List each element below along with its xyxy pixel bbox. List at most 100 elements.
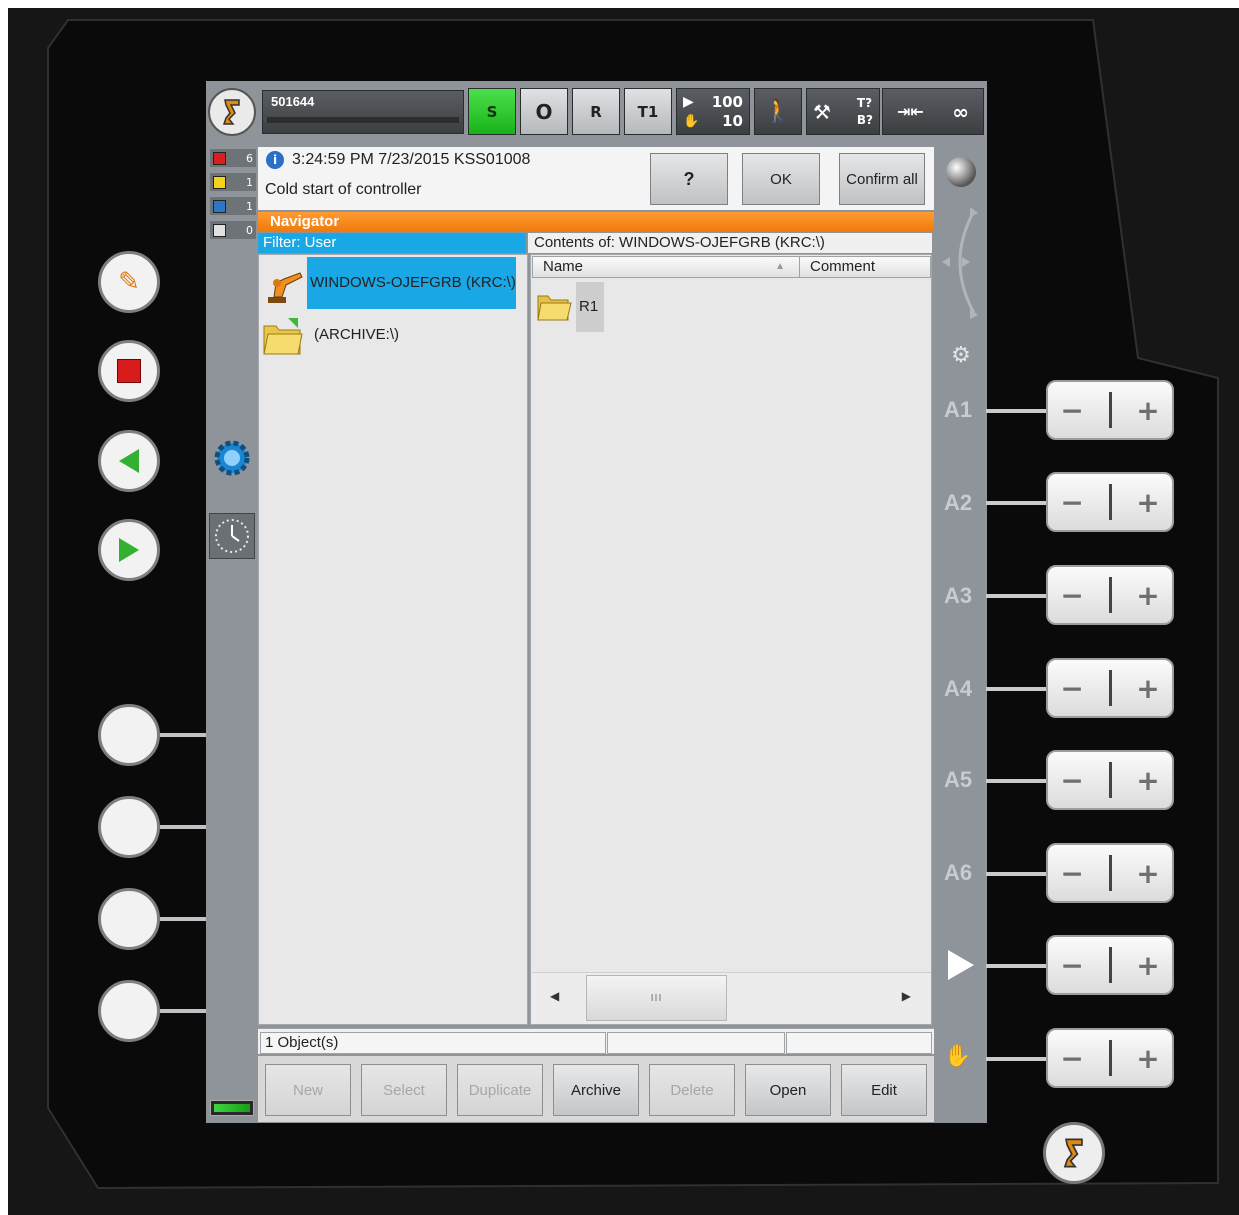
plus-icon[interactable]: + — [1136, 394, 1159, 427]
error-count-row[interactable]: 6 — [210, 149, 256, 167]
confirm-all-button[interactable]: Confirm all — [839, 153, 925, 205]
open-button[interactable]: Open — [745, 1064, 831, 1116]
robot-name-field[interactable]: 501644 — [262, 90, 464, 134]
minus-icon[interactable]: − — [1060, 949, 1083, 982]
other-count-row[interactable]: 0 — [210, 221, 256, 239]
clock-icon[interactable] — [209, 513, 255, 559]
operating-mode-button[interactable]: T1 — [624, 88, 672, 135]
scroll-right-icon[interactable]: ▶ — [902, 989, 911, 1003]
plus-icon[interactable]: + — [1136, 672, 1159, 705]
ok-button[interactable]: OK — [742, 153, 820, 205]
minus-icon[interactable]: − — [1060, 764, 1083, 797]
help-button[interactable]: ? — [650, 153, 728, 205]
jog-key-a4[interactable]: − + — [1046, 658, 1174, 718]
tree-item-krc[interactable]: WINDOWS-OJEFGRB (KRC:\) — [260, 257, 518, 309]
base-unknown: B? — [856, 112, 873, 127]
axis-label-a1: A1 — [944, 397, 973, 422]
gear-icon[interactable] — [210, 436, 254, 480]
manual-jog-hand-icon: ✋ — [944, 1044, 972, 1069]
robot-name: 501644 — [271, 94, 315, 109]
jog-key-a3[interactable]: − + — [1046, 565, 1174, 625]
hand-icon: ✋ — [683, 113, 700, 129]
start-backward-key[interactable] — [98, 430, 160, 492]
plus-icon[interactable]: + — [1136, 486, 1159, 519]
minus-icon[interactable]: − — [1060, 857, 1083, 890]
warning-count-row[interactable]: 1 — [210, 173, 256, 191]
incremental-jog-button[interactable]: ⇥⇤ ∞ — [882, 88, 984, 135]
list-item[interactable]: R1 — [534, 282, 606, 332]
jog-robot-icon[interactable]: ⚙ — [946, 340, 976, 370]
plus-icon[interactable]: + — [1136, 1042, 1159, 1075]
status-key-4[interactable] — [98, 980, 160, 1042]
jog-mode-button[interactable]: 🚶 — [754, 88, 802, 135]
edit-key[interactable]: ✎ — [98, 251, 160, 313]
plus-icon[interactable]: + — [1136, 857, 1159, 890]
stop-key[interactable] — [98, 340, 160, 402]
message-text: Cold start of controller — [265, 181, 422, 198]
new-label: New — [292, 1081, 323, 1099]
jog-key-a6[interactable]: − + — [1046, 843, 1174, 903]
s-label: S — [486, 102, 498, 121]
scroll-left-icon[interactable]: ◀ — [550, 989, 559, 1003]
new-button[interactable]: New — [265, 1064, 351, 1116]
kuka-hardware-key[interactable] — [1043, 1122, 1105, 1184]
minus-icon[interactable]: − — [1060, 486, 1083, 519]
info-count-row[interactable]: 1 — [210, 197, 256, 215]
scroll-thumb[interactable]: III — [586, 975, 727, 1021]
duplicate-button[interactable]: Duplicate — [457, 1064, 543, 1116]
drives-status-button[interactable]: O — [520, 88, 568, 135]
override-button[interactable]: ▶ 100 ✋ 10 — [676, 88, 750, 135]
select-button[interactable]: Select — [361, 1064, 447, 1116]
error-icon — [213, 151, 226, 165]
jog-key-a1[interactable]: − + — [1046, 380, 1174, 440]
jog-line — [986, 687, 1048, 691]
start-forward-key[interactable] — [98, 519, 160, 581]
submit-interpreter-status-button[interactable]: S — [468, 88, 516, 135]
space-mouse-icon[interactable] — [940, 205, 980, 320]
jog-override: 10 — [722, 112, 743, 131]
r-label: R — [590, 102, 602, 121]
minus-icon[interactable]: − — [1060, 1042, 1083, 1075]
other-count: 0 — [246, 223, 253, 237]
info-count: 1 — [246, 199, 253, 213]
jog-key-8[interactable]: − + — [1046, 1028, 1174, 1088]
jog-key-a5[interactable]: − + — [1046, 750, 1174, 810]
minus-icon[interactable]: − — [1060, 579, 1083, 612]
jog-key-7[interactable]: − + — [1046, 935, 1174, 995]
globe-icon[interactable] — [946, 157, 976, 187]
sort-arrow-icon: ▲ — [775, 261, 785, 272]
jog-key-a2[interactable]: − + — [1046, 472, 1174, 532]
robot-interpreter-button[interactable]: R — [572, 88, 620, 135]
comment-column-header[interactable]: Comment — [799, 256, 931, 278]
jog-line — [986, 964, 1048, 968]
status-key-3[interactable] — [98, 888, 160, 950]
edit-button[interactable]: Edit — [841, 1064, 927, 1116]
kuka-menu-button[interactable] — [208, 88, 256, 136]
tool-base-button[interactable]: ⚒ T? B? — [806, 88, 880, 135]
name-column-header[interactable]: Name ▲ — [532, 256, 800, 278]
object-count: 1 Object(s) — [260, 1032, 606, 1054]
status-key-1[interactable] — [98, 704, 160, 766]
horizontal-scrollbar[interactable]: ◀ III ▶ — [532, 972, 931, 1024]
robot-arm-icon — [262, 261, 304, 305]
item-name: R1 — [576, 282, 604, 332]
key-line — [160, 825, 206, 829]
minus-icon[interactable]: − — [1060, 394, 1083, 427]
plus-icon[interactable]: + — [1136, 949, 1159, 982]
filter-bar[interactable]: Filter: User — [258, 233, 526, 253]
plus-icon[interactable]: + — [1136, 764, 1159, 797]
folder-icon — [536, 288, 572, 324]
archive-button[interactable]: Archive — [553, 1064, 639, 1116]
minus-icon[interactable]: − — [1060, 672, 1083, 705]
delete-button[interactable]: Delete — [649, 1064, 735, 1116]
plus-icon[interactable]: + — [1136, 579, 1159, 612]
status-key-2[interactable] — [98, 796, 160, 858]
axis-label-a5: A5 — [944, 767, 973, 792]
comment-column-label: Comment — [810, 258, 876, 275]
confirm-all-label: Confirm all — [846, 170, 918, 188]
tree-item-archive[interactable]: (ARCHIVE:\) — [260, 312, 518, 358]
mode-label: T1 — [637, 102, 659, 121]
stop-icon — [117, 359, 141, 383]
gripper-tool-icon: ⚒ — [813, 99, 831, 124]
jog-line — [986, 501, 1048, 505]
